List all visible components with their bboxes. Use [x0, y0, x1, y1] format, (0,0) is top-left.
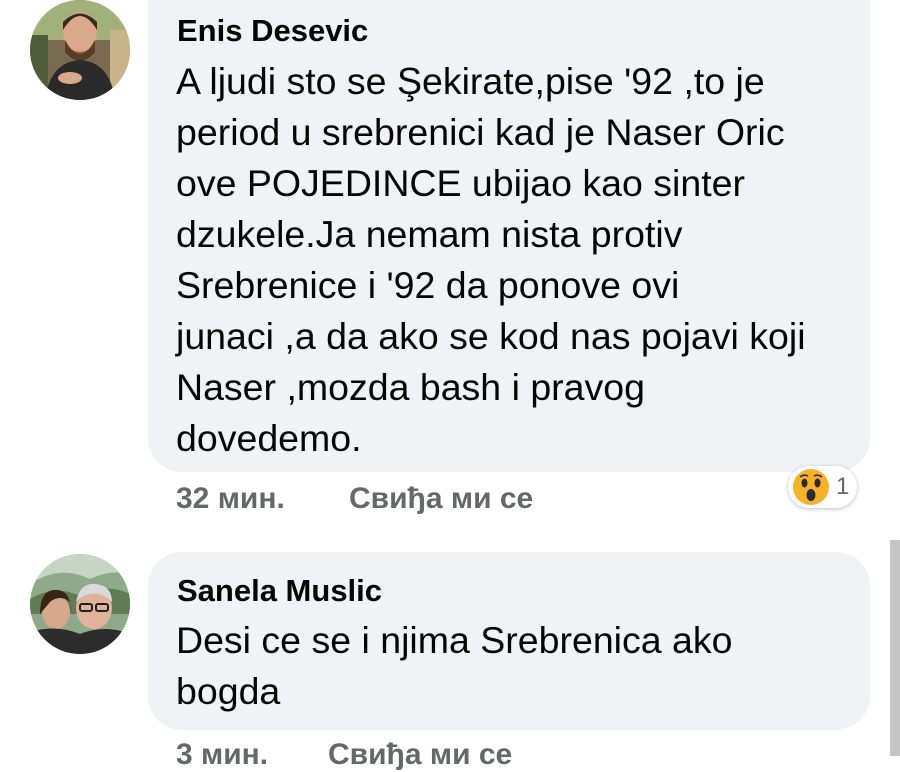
comment-text-line: period u srebrenici kad je Naser Oric	[176, 111, 785, 153]
reaction-summary[interactable]: 1	[788, 466, 858, 508]
comment-text-line: dovedemo.	[176, 417, 362, 459]
comment-text-line: junaci ,a da ako se kod nas pojavi koji	[176, 315, 806, 357]
wow-emoji-icon	[793, 469, 829, 505]
avatar-photo-icon	[30, 554, 130, 654]
comment-text-line: Desi ce se i njima Srebrenica ako	[176, 619, 733, 661]
avatar[interactable]	[30, 0, 130, 100]
comment-text-line: Srebrenice i '92 da ponove ovi	[176, 264, 680, 306]
comment-text-line: dzukele.Ja nemam nista protiv	[176, 213, 683, 255]
comment-2: Sanela Muslic Desi ce se i njima Srebren…	[0, 540, 900, 771]
comment-timestamp[interactable]: 32 мин.	[176, 482, 285, 516]
comment-text-line: A ljudi sto se Şekirate,pise '92 ,to je	[176, 60, 765, 102]
scrollbar[interactable]	[890, 540, 900, 756]
comment-author[interactable]: Sanela Muslic	[177, 573, 382, 609]
comment-text-line: ove POJEDINCE ubijao kao sinter	[176, 162, 746, 204]
comment-text-line: Naser ,mozda bash i pravog	[176, 366, 645, 408]
reaction-count: 1	[836, 473, 850, 500]
comment-1: Enis Desevic A ljudi sto se Şekirate,pis…	[0, 0, 900, 540]
like-button[interactable]: Свиђа ми се	[328, 738, 512, 772]
comment-timestamp[interactable]: 3 мин.	[176, 738, 268, 772]
comment-text-line: bogda	[176, 670, 281, 712]
avatar[interactable]	[30, 554, 130, 654]
like-button[interactable]: Свиђа ми се	[349, 482, 533, 516]
comment-author[interactable]: Enis Desevic	[177, 13, 368, 49]
avatar-photo-icon	[30, 0, 130, 100]
